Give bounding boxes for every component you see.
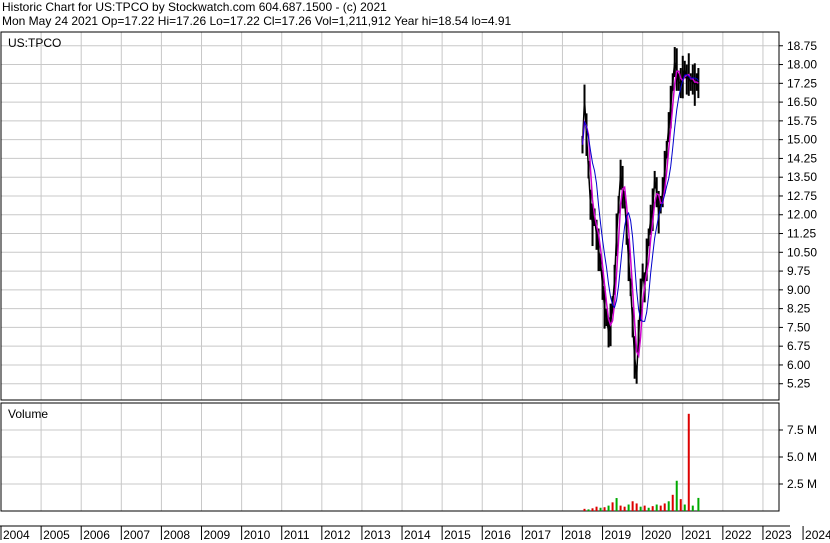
volume-tick-label: 5.0 M — [787, 450, 817, 464]
price-tick-label: 18.00 — [787, 58, 817, 72]
volume-bar — [683, 504, 686, 511]
price-tick-label: 6.75 — [787, 339, 811, 353]
year-tick-label: 2006 — [83, 528, 110, 542]
year-tick-label: 2023 — [765, 528, 792, 542]
volume-bar — [635, 503, 638, 511]
price-tick-label: 10.50 — [787, 245, 817, 259]
year-tick-label: 2007 — [123, 528, 150, 542]
volume-panel-title: Volume — [8, 407, 48, 421]
volume-bar — [671, 494, 674, 511]
volume-bar — [603, 507, 606, 511]
volume-axis: 7.5 M 5.0 M 2.5 M — [779, 423, 817, 491]
year-tick-label: 2008 — [163, 528, 190, 542]
volume-bar — [599, 507, 602, 511]
price-tick-label: 15.75 — [787, 114, 817, 128]
year-tick-label: 2012 — [324, 528, 351, 542]
volume-bar — [691, 505, 694, 511]
year-tick-label: 2015 — [444, 528, 471, 542]
price-gridlines — [1, 32, 779, 400]
volume-bar — [631, 501, 634, 511]
price-tick-label: 13.50 — [787, 170, 817, 184]
volume-bar — [675, 480, 678, 511]
year-tick-label: 2019 — [605, 528, 632, 542]
volume-tick-label: 2.5 M — [787, 477, 817, 491]
price-tick-label: 9.75 — [787, 264, 811, 278]
volume-bar — [643, 505, 646, 511]
price-series — [581, 47, 700, 384]
volume-bar — [667, 501, 670, 511]
price-tick-label: 17.25 — [787, 76, 817, 90]
year-tick-label: 2005 — [43, 528, 70, 542]
volume-bar — [627, 504, 630, 511]
volume-bar — [607, 505, 610, 511]
volume-bar — [659, 505, 662, 511]
volume-bar — [655, 504, 658, 511]
price-axis: 18.75 18.00 17.25 16.50 15.75 15.00 14.25 13.50… — [779, 39, 817, 391]
volume-bar — [591, 508, 594, 511]
price-tick-label: 12.00 — [787, 208, 817, 222]
volume-bar — [687, 413, 690, 511]
price-tick-label: 5.25 — [787, 377, 811, 391]
stock-chart: US:TPCO Volume 18.75 18.00 17.25 16.50 15.75… — [0, 31, 830, 542]
year-tick-label: 2013 — [364, 528, 391, 542]
year-tick-label: 2009 — [204, 528, 231, 542]
year-tick-label: 2018 — [564, 528, 591, 542]
price-tick-label: 14.25 — [787, 151, 817, 165]
year-tick-label: 2020 — [645, 528, 672, 542]
year-tick-label: 2016 — [484, 528, 511, 542]
volume-bar — [611, 502, 614, 511]
year-tick-label: 2022 — [725, 528, 752, 542]
volume-bar — [639, 506, 642, 511]
price-tick-label: 16.50 — [787, 95, 817, 109]
volume-bar — [663, 503, 666, 511]
price-tick-label: 8.25 — [787, 302, 811, 316]
volume-bar — [587, 509, 590, 511]
volume-bar — [583, 508, 586, 511]
volume-bar — [679, 499, 682, 511]
price-tick-label: 11.25 — [787, 227, 816, 241]
year-tick-label: 2004 — [3, 528, 30, 542]
price-tick-label: 9.00 — [787, 283, 811, 297]
volume-bars — [583, 413, 700, 511]
price-tick-label: 7.50 — [787, 320, 811, 334]
year-tick-label: 2011 — [284, 528, 310, 542]
year-tick-label: 2017 — [524, 528, 551, 542]
price-tick-label: 6.00 — [787, 358, 811, 372]
volume-bar — [647, 507, 650, 511]
volume-gridlines — [1, 403, 779, 511]
volume-bar — [615, 498, 618, 511]
year-tick-label: 2024 — [805, 528, 830, 542]
volume-bar — [619, 505, 622, 511]
volume-bar — [623, 506, 626, 511]
price-tick-label: 15.00 — [787, 133, 817, 147]
year-tick-label: 2014 — [404, 528, 431, 542]
year-tick-label: 2021 — [685, 528, 712, 542]
year-axis: 2004 2005 2006 2007 2008 2009 2010 2011 2012 2013… — [0, 525, 830, 542]
volume-tick-label: 7.5 M — [787, 423, 817, 437]
price-panel-frame — [0, 31, 780, 401]
price-tick-label: 18.75 — [787, 39, 817, 53]
year-tick-label: 2010 — [244, 528, 271, 542]
price-tick-label: 12.75 — [787, 189, 817, 203]
volume-bar — [651, 506, 654, 511]
volume-bar — [697, 497, 700, 511]
volume-bar — [595, 506, 598, 511]
price-panel-title: US:TPCO — [8, 36, 61, 50]
